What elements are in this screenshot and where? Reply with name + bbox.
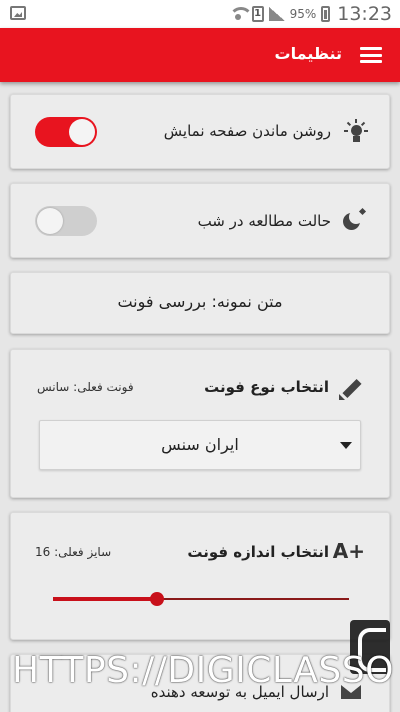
keep-screen-on-row[interactable]: روشن ماندن صفحه نمایش [10,94,390,169]
font-size-card: A+ انتخاب اندازه فونت سایز فعلی: 16 [10,512,390,640]
chevron-down-icon [340,442,352,449]
night-mode-label: حالت مطالعه در شب [197,212,331,230]
signal-icon [268,7,285,21]
battery-icon [321,6,331,22]
font-size-icon: A+ [332,539,365,563]
font-size-title: انتخاب اندازه فونت [187,543,329,561]
clock: 13:23 [337,3,392,25]
font-type-title: انتخاب نوع فونت [204,378,329,396]
current-font-label: فونت فعلی: سانس [37,380,134,394]
font-type-selected: ایران سنس [161,435,239,454]
app-bar: تنظیمات [0,28,400,82]
sample-text-card: متن نمونه: بررسی فونت [10,272,390,334]
night-mode-toggle[interactable] [35,206,97,236]
moon-icon [343,207,367,231]
night-mode-row[interactable]: حالت مطالعه در شب [10,183,390,258]
slider-fill [53,597,157,601]
gallery-notification-icon [10,6,26,20]
font-type-card: انتخاب نوع فونت فونت فعلی: سانس ایران سن… [10,349,390,498]
keep-screen-on-label: روشن ماندن صفحه نمایش [163,122,331,140]
lightbulb-icon [343,119,369,145]
current-size-label: سایز فعلی: 16 [35,545,112,559]
slider-thumb[interactable] [150,592,164,606]
keep-screen-on-toggle[interactable] [35,117,97,147]
font-type-dropdown[interactable]: ایران سنس [39,420,361,470]
sample-text: متن نمونه: بررسی فونت [117,292,283,311]
pencil-icon [339,376,363,400]
watermark-text: HTTPS://DIGICLASSO [12,650,394,691]
status-icons: 1 95% 13:23 [228,3,392,25]
battery-percent: 95% [289,7,317,21]
wifi-icon [228,7,253,21]
page-title: تنظیمات [274,44,342,63]
sim-icon: 1 [251,6,264,22]
status-bar: 1 95% 13:23 [0,0,400,28]
hamburger-menu-icon[interactable] [360,47,382,63]
font-size-slider[interactable] [53,589,349,609]
